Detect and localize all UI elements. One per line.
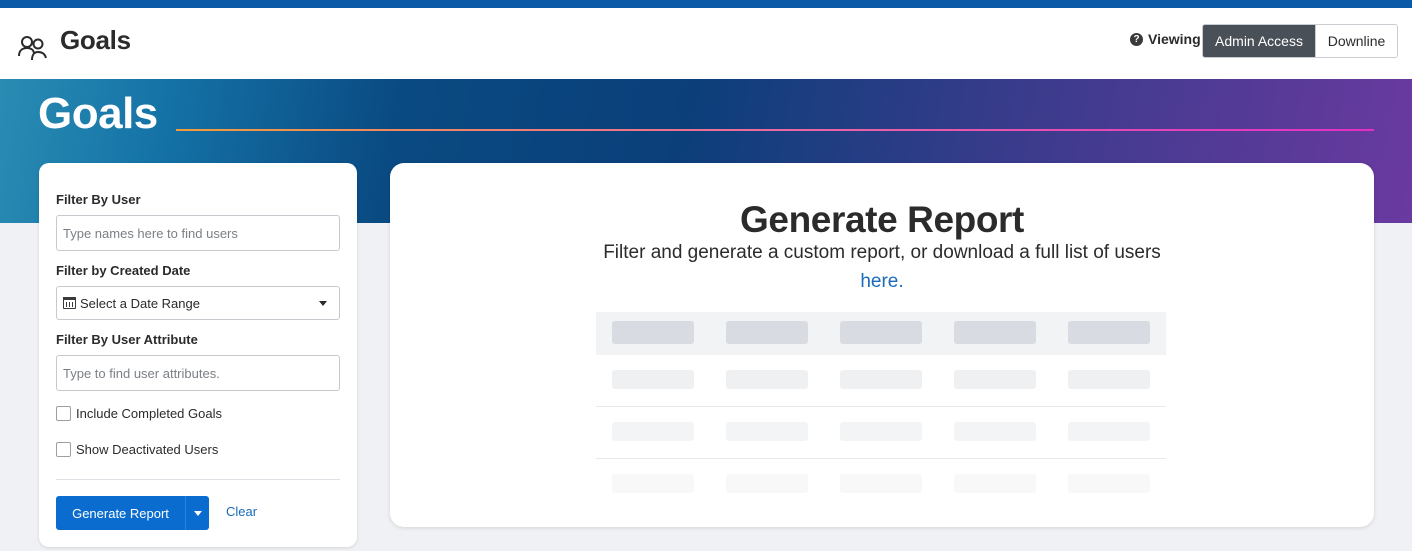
placeholder-cell bbox=[840, 422, 922, 441]
checkbox-box[interactable] bbox=[56, 406, 71, 421]
downline-button[interactable]: Downline bbox=[1315, 25, 1397, 57]
placeholder-cell bbox=[612, 422, 694, 441]
page-title: Goals bbox=[38, 89, 158, 138]
date-range-value: Select a Date Range bbox=[80, 295, 200, 311]
top-accent-stripe bbox=[0, 0, 1412, 8]
title-underline bbox=[176, 129, 1374, 131]
placeholder-row bbox=[596, 407, 1166, 459]
filter-panel: Filter By User Type names here to find u… bbox=[39, 163, 357, 547]
filter-attribute-label: Filter By User Attribute bbox=[56, 332, 198, 347]
checkbox-box[interactable] bbox=[56, 442, 71, 457]
placeholder-row bbox=[596, 459, 1166, 511]
placeholder-header-row bbox=[596, 312, 1166, 355]
calendar-icon bbox=[63, 297, 76, 309]
placeholder-cell bbox=[1068, 370, 1150, 389]
show-deactivated-label: Show Deactivated Users bbox=[76, 442, 219, 457]
user-search-input[interactable]: Type names here to find users bbox=[56, 215, 340, 251]
admin-access-button[interactable]: Admin Access bbox=[1203, 25, 1315, 57]
report-description: Filter and generate a custom report, or … bbox=[590, 238, 1174, 296]
include-completed-label: Include Completed Goals bbox=[76, 406, 222, 421]
attribute-search-input[interactable]: Type to find user attributes. bbox=[56, 355, 340, 391]
placeholder-cell bbox=[726, 321, 808, 344]
placeholder-cell bbox=[726, 474, 808, 493]
report-placeholder-table bbox=[596, 312, 1166, 511]
download-users-link[interactable]: here. bbox=[860, 271, 903, 292]
chevron-down-icon bbox=[193, 510, 202, 516]
access-toggle: Admin Access Downline bbox=[1202, 24, 1398, 58]
viewing-label: ? Viewing bbox=[1130, 31, 1201, 47]
chevron-down-icon bbox=[319, 300, 327, 306]
help-icon[interactable]: ? bbox=[1130, 32, 1143, 46]
user-search-placeholder: Type names here to find users bbox=[63, 225, 238, 241]
app-title: Goals bbox=[60, 25, 131, 55]
placeholder-cell bbox=[1068, 422, 1150, 441]
users-icon bbox=[18, 36, 47, 61]
attribute-search-placeholder: Type to find user attributes. bbox=[63, 365, 220, 381]
generate-report-button[interactable]: Generate Report bbox=[56, 496, 185, 530]
placeholder-row bbox=[596, 355, 1166, 407]
report-title: Generate Report bbox=[740, 199, 1024, 240]
app-header: Goals ? Viewing Admin Access Downline bbox=[0, 8, 1412, 79]
placeholder-cell bbox=[1068, 321, 1150, 344]
placeholder-cell bbox=[612, 474, 694, 493]
placeholder-cell bbox=[726, 370, 808, 389]
viewing-text: Viewing bbox=[1148, 31, 1201, 47]
placeholder-cell bbox=[954, 370, 1036, 389]
include-completed-checkbox[interactable]: Include Completed Goals bbox=[56, 406, 222, 421]
placeholder-cell bbox=[612, 321, 694, 344]
filter-date-label: Filter by Created Date bbox=[56, 263, 191, 278]
clear-link[interactable]: Clear bbox=[226, 504, 257, 519]
placeholder-cell bbox=[1068, 474, 1150, 493]
placeholder-cell bbox=[726, 422, 808, 441]
generate-report-split-button: Generate Report bbox=[56, 496, 209, 530]
report-description-text: Filter and generate a custom report, or … bbox=[603, 242, 1161, 263]
filter-user-label: Filter By User bbox=[56, 192, 141, 207]
show-deactivated-checkbox[interactable]: Show Deactivated Users bbox=[56, 442, 218, 457]
placeholder-cell bbox=[954, 474, 1036, 493]
divider bbox=[56, 479, 340, 480]
generate-report-dropdown[interactable] bbox=[185, 496, 209, 530]
placeholder-cell bbox=[840, 370, 922, 389]
placeholder-cell bbox=[840, 474, 922, 493]
placeholder-cell bbox=[612, 370, 694, 389]
placeholder-cell bbox=[954, 422, 1036, 441]
placeholder-cell bbox=[840, 321, 922, 344]
report-panel: Generate Report Filter and generate a cu… bbox=[390, 163, 1374, 527]
placeholder-cell bbox=[954, 321, 1036, 344]
date-range-select[interactable]: Select a Date Range bbox=[56, 286, 340, 320]
